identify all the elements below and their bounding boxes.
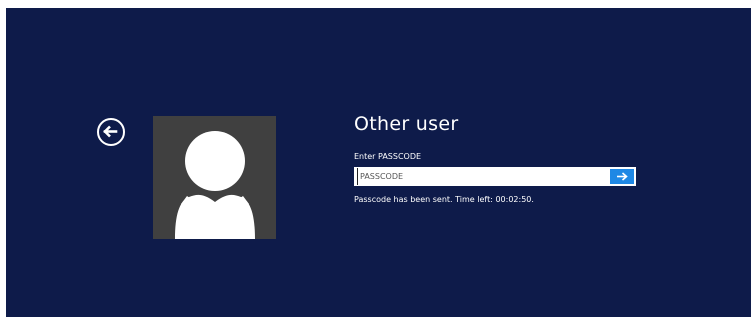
- passcode-status-message: Passcode has been sent. Time left: 00:02…: [354, 195, 534, 204]
- back-button[interactable]: [97, 118, 125, 146]
- passcode-input[interactable]: [357, 168, 606, 185]
- avatar: [153, 116, 276, 239]
- submit-arrow-icon: [617, 172, 628, 181]
- user-silhouette-icon: [175, 131, 255, 239]
- back-arrow-icon: [103, 125, 118, 138]
- submit-button[interactable]: [610, 169, 634, 184]
- passcode-prompt-label: Enter PASSCODE: [354, 152, 422, 161]
- lock-screen: Other user Enter PASSCODE Passcode has b…: [6, 8, 751, 317]
- user-name-title: Other user: [354, 113, 459, 135]
- passcode-field: [354, 167, 636, 186]
